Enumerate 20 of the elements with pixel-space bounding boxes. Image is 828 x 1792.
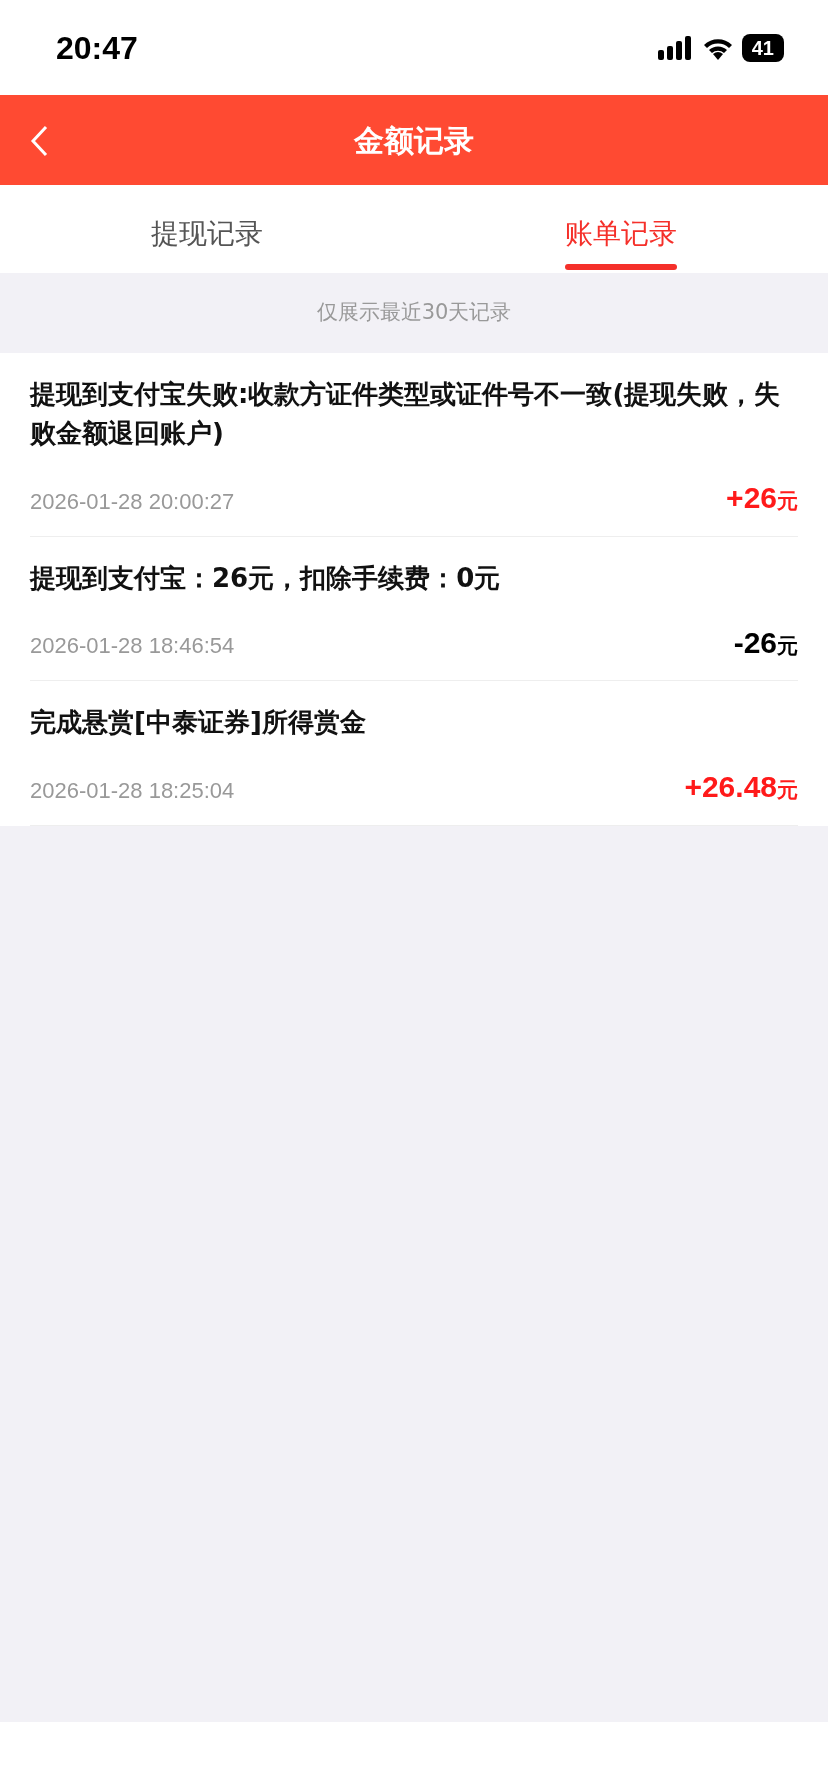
tab[interactable]: 提现记录 <box>151 185 263 273</box>
signal-icon <box>657 35 694 60</box>
record-title: 完成悬赏[中泰证券]所得赏金 <box>30 706 367 739</box>
status-time: 20:47 <box>56 28 138 68</box>
record-time: 2026-01-28 18:46:54 <box>30 632 235 660</box>
record-title: 提现到支付宝失败:收款方证件类型或证件号不一致(提现失败，失败金额退回账户) <box>30 378 782 450</box>
currency-unit: 元 <box>777 778 798 802</box>
tab[interactable]: 账单记录 <box>565 185 677 273</box>
record-time: 2026-01-28 20:00:27 <box>30 487 235 516</box>
back-icon[interactable] <box>30 125 48 157</box>
record-time: 2026-01-28 18:25:04 <box>30 776 235 805</box>
page-title: 金额记录 <box>354 121 474 160</box>
record-title: 提现到支付宝：26元，扣除手续费：0元 <box>30 561 502 595</box>
record-amount: -26 <box>733 625 777 659</box>
battery-indicator: 41 <box>741 33 784 62</box>
record-amount: +26 <box>726 481 777 514</box>
record-amount: +26.48 <box>684 770 777 803</box>
currency-unit: 元 <box>777 633 798 658</box>
notice-text: 仅展示最近30天记录 <box>316 299 512 327</box>
currency-unit: 元 <box>777 489 798 513</box>
